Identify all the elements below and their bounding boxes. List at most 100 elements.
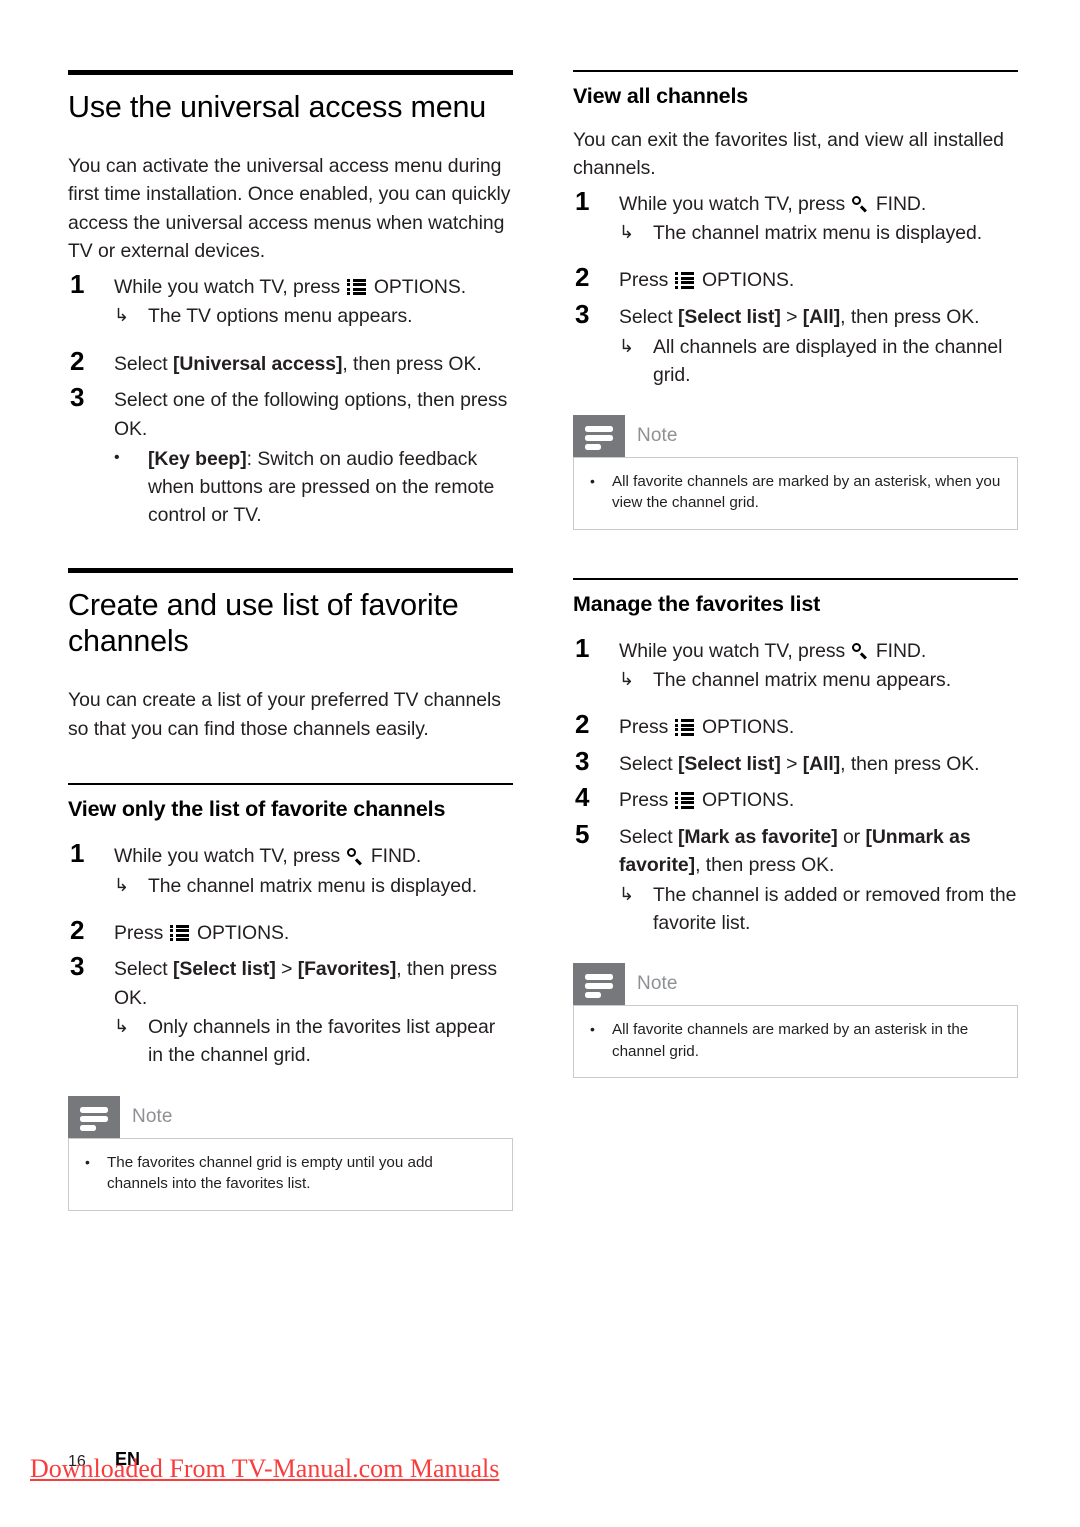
- step-result: ↳ All channels are displayed in the chan…: [619, 333, 1018, 389]
- note-bullet-icon: •: [85, 1153, 90, 1170]
- step-text-before: Press: [619, 789, 674, 812]
- step-number: 2: [575, 262, 590, 293]
- document-page: Use the universal access menu You can ac…: [0, 0, 1080, 1527]
- step-number: 5: [575, 818, 590, 849]
- note-list-item: • The favorites channel grid is empty un…: [85, 1152, 496, 1195]
- step-result: ↳ The channel is added or removed from t…: [619, 881, 1018, 937]
- note-icon: [573, 414, 625, 457]
- note-header: Note: [573, 963, 1018, 1006]
- step-item: 5 Select [Mark as favorite] or [Unmark a…: [573, 818, 1018, 937]
- step-result: ↳ The channel matrix menu is displayed.: [114, 872, 513, 900]
- subsection-view-all-channels: View all channels You can exit the favor…: [573, 70, 1018, 530]
- step-menu-label-1: [Mark as favorite]: [677, 825, 838, 848]
- step-text-mid: >: [780, 752, 803, 775]
- step-menu-label-2: [Favorites]: [297, 958, 397, 981]
- subsection-view-favorites: View only the list of favorite channels …: [68, 783, 513, 1211]
- step-text: While you watch TV, press FIND. ↳ The ch…: [619, 187, 1018, 248]
- step-text: Select [Select list] > [All], then press…: [619, 300, 1018, 389]
- subsection-rule: [68, 783, 513, 786]
- step-menu-label-2: [All]: [802, 305, 841, 328]
- result-arrow-icon: ↳: [114, 1016, 130, 1037]
- find-icon: [851, 195, 868, 213]
- step-number: 3: [70, 382, 85, 413]
- step-result: ↳ The channel matrix menu appears.: [619, 666, 1018, 694]
- step-result: ↳ Only channels in the favorites list ap…: [114, 1013, 513, 1069]
- step-text-after: FIND.: [365, 845, 422, 868]
- result-arrow-icon: ↳: [619, 669, 635, 690]
- note-content: • All favorite channels are marked by an…: [573, 456, 1018, 530]
- subsection-title: View all channels: [573, 84, 749, 108]
- step-number: 4: [575, 782, 590, 813]
- step-text-before: While you watch TV, press: [114, 845, 346, 868]
- note-text: All favorite channels are marked by an a…: [612, 472, 1001, 512]
- bullet-dot-icon: •: [114, 449, 120, 467]
- result-text: The channel matrix menu appears.: [653, 669, 952, 692]
- step-text-before: Press: [114, 921, 169, 944]
- result-arrow-icon: ↳: [619, 335, 635, 356]
- options-icon: [674, 719, 694, 736]
- step-number: 2: [70, 345, 85, 376]
- note-icon: [573, 963, 625, 1006]
- options-icon: [346, 278, 366, 296]
- result-text: The channel is added or removed from the…: [653, 883, 1017, 935]
- step-number: 1: [575, 632, 590, 663]
- section-universal-access: Use the universal access menu You can ac…: [68, 70, 513, 530]
- subsection-manage-favorites: Manage the favorites list 1 While you wa…: [573, 577, 1018, 1079]
- step-item: 2 Select [Universal access], then press …: [68, 345, 513, 379]
- subsection-rule: [573, 70, 1018, 72]
- options-icon: [169, 924, 189, 942]
- result-arrow-icon: ↳: [114, 305, 130, 326]
- note-list-item: • All favorite channels are marked by an…: [590, 471, 1001, 514]
- step-text-after: , then press OK.: [342, 352, 482, 375]
- section-rule: [68, 567, 513, 573]
- step-text-before: While you watch TV, press: [619, 639, 851, 662]
- step-text: Select [Select list] > [Favorites], then…: [114, 952, 513, 1069]
- step-text-after: , then press OK.: [840, 752, 980, 775]
- note-text: All favorite channels are marked by an a…: [612, 1021, 969, 1060]
- step-text-after: OPTIONS.: [696, 716, 795, 739]
- steps-list-view-favorites: 1 While you watch TV, press FIND. ↳ The …: [68, 839, 513, 1069]
- right-column: View all channels You can exit the favor…: [573, 70, 1018, 1079]
- step-text: Select [Universal access], then press OK…: [114, 347, 513, 379]
- step-number: 2: [70, 914, 85, 945]
- step-item: 1 While you watch TV, press FIND. ↳ The …: [573, 186, 1018, 248]
- note-box: Note • All favorite channels are marked …: [573, 963, 1018, 1079]
- step-item: 1 While you watch TV, press FIND. ↳ The …: [68, 839, 513, 900]
- step-text-before: Select: [619, 825, 678, 848]
- step-text-before: Select: [114, 352, 173, 375]
- step-menu-label: [Universal access]: [172, 352, 343, 375]
- result-arrow-icon: ↳: [619, 883, 635, 904]
- step-text-before: Press: [619, 716, 674, 739]
- step-text-after: FIND.: [870, 639, 927, 662]
- note-bullet-icon: •: [590, 472, 595, 489]
- options-icon: [674, 272, 694, 289]
- section-title: Create and use list of favorite channels: [68, 587, 459, 659]
- step-item: 4 Press OPTIONS.: [573, 783, 1018, 815]
- step-text-before: Press: [619, 269, 674, 292]
- step-text-after: , then press OK.: [695, 854, 835, 877]
- find-icon: [346, 848, 363, 865]
- options-icon: [674, 792, 694, 809]
- left-column: Use the universal access menu You can ac…: [68, 70, 513, 1211]
- note-header: Note: [573, 414, 1018, 457]
- bullet-text: [Key beep]: Switch on audio feedback whe…: [148, 445, 513, 529]
- step-item: 1 While you watch TV, press FIND. ↳ The …: [573, 632, 1018, 695]
- step-menu-label-1: [Select list]: [677, 305, 781, 328]
- subsection-title: View only the list of favorite channels: [68, 797, 446, 822]
- result-text: Only channels in the favorites list appe…: [148, 1016, 496, 1067]
- steps-list-view-all: 1 While you watch TV, press FIND. ↳ The …: [573, 186, 1018, 389]
- step-item: 3 Select [Select list] > [Favorites], th…: [68, 952, 513, 1069]
- step-text-mid: >: [780, 305, 803, 328]
- step-item: 3 Select one of the following options, t…: [68, 382, 513, 529]
- step-item: 3 Select [Select list] > [All], then pre…: [573, 746, 1018, 779]
- result-text: The channel matrix menu is displayed.: [148, 874, 478, 897]
- note-header: Note: [68, 1095, 513, 1138]
- note-label: Note: [132, 1105, 173, 1127]
- section-intro-paragraph: You can activate the universal access me…: [68, 154, 511, 263]
- result-text: The TV options menu appears.: [148, 305, 413, 328]
- section-favorite-channels: Create and use list of favorite channels…: [68, 567, 513, 744]
- watermark-link[interactable]: Downloaded From TV-Manual.com Manuals: [30, 1454, 499, 1484]
- steps-list-universal-access: 1 While you watch TV, press OPTIONS. ↳ T…: [68, 269, 513, 530]
- step-item: 3 Select [Select list] > [All], then pre…: [573, 299, 1018, 389]
- find-icon: [851, 642, 868, 660]
